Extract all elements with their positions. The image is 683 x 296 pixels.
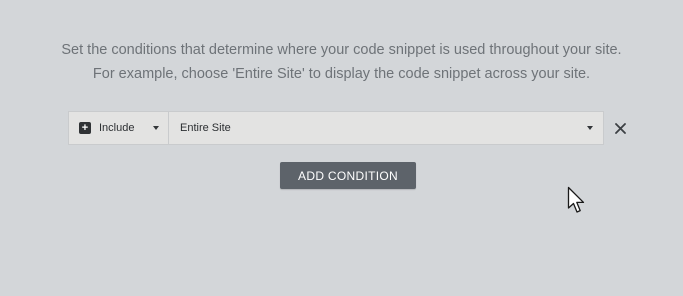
caret-down-icon	[587, 126, 593, 130]
caret-down-icon	[153, 126, 159, 130]
description-line-1: Set the conditions that determine where …	[61, 42, 622, 58]
close-icon	[614, 122, 626, 134]
location-label: Entire Site	[180, 122, 231, 134]
conditions-description: Set the conditions that determine where …	[0, 38, 683, 86]
location-dropdown[interactable]: Entire Site	[168, 111, 604, 145]
description-line-2: For example, choose 'Entire Site' to dis…	[92, 66, 591, 82]
remove-condition-button[interactable]	[604, 111, 636, 145]
include-exclude-dropdown[interactable]: + Include	[68, 111, 168, 145]
condition-row: + Include Entire Site	[68, 111, 636, 145]
plus-square-icon: +	[79, 122, 91, 134]
rule-label: Include	[99, 122, 135, 134]
add-condition-button[interactable]: ADD CONDITION	[280, 162, 416, 189]
mouse-pointer-icon	[567, 186, 585, 213]
